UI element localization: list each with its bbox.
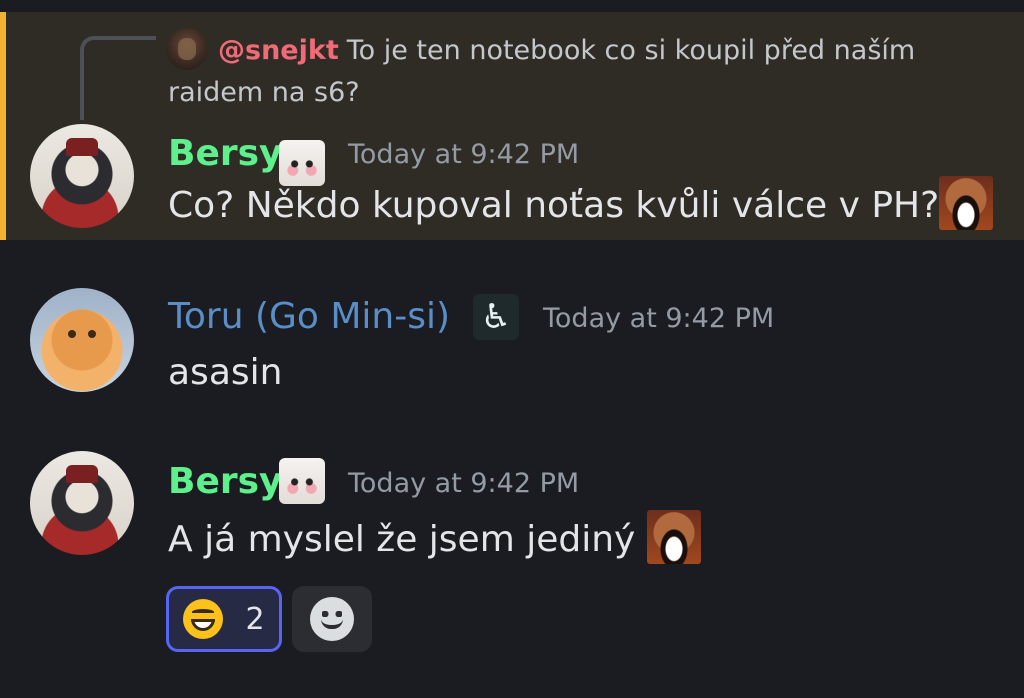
reply-mention[interactable]: @snejkt — [218, 35, 339, 66]
message-text: Co? Někdo kupoval noťas kvůli válce v PH… — [168, 185, 940, 226]
cat-role-icon[interactable] — [279, 458, 325, 504]
avatar-hat-detail — [66, 465, 98, 483]
message-timestamp[interactable]: Today at 9:42 PM — [543, 297, 774, 341]
message-timestamp[interactable]: Today at 9:42 PM — [348, 462, 579, 506]
reaction-grinning-button[interactable]: 2 — [166, 586, 282, 652]
mention-highlight-bar — [0, 12, 6, 240]
reply-preview[interactable]: @snejkt To je ten notebook co si koupil p… — [168, 30, 988, 114]
message-content: A já myslel že jsem jediný — [168, 510, 701, 568]
reaction-count: 2 — [245, 601, 265, 637]
laughing-man-emote[interactable] — [939, 176, 994, 230]
avatar-bersy[interactable] — [30, 124, 134, 228]
add-reaction-icon — [310, 597, 354, 641]
laughing-man-emote[interactable] — [646, 510, 701, 564]
username-bersy[interactable]: Bersy — [168, 132, 283, 176]
message-timestamp[interactable]: Today at 9:42 PM — [348, 133, 579, 177]
avatar-bersy[interactable] — [30, 451, 134, 555]
message-text: A já myslel že jsem jediný — [168, 519, 636, 560]
avatar-eye-detail — [88, 330, 96, 338]
message-text: asasin — [168, 352, 283, 393]
message-content: Co? Někdo kupoval noťas kvůli válce v PH… — [168, 176, 994, 234]
username-toru[interactable]: Toru (Go Min-si) — [168, 295, 450, 339]
username-bersy[interactable]: Bersy — [168, 460, 283, 504]
avatar-eye-detail — [68, 330, 76, 338]
wheelchair-icon[interactable]: ♿ — [473, 294, 519, 340]
avatar-hat-detail — [66, 138, 98, 156]
avatar-toru[interactable] — [30, 288, 134, 392]
message-highlighted[interactable]: @snejkt To je ten notebook co si koupil p… — [0, 12, 1024, 240]
add-reaction-button[interactable] — [292, 586, 372, 652]
reply-connector-line — [80, 36, 156, 120]
grinning-face-emoji — [183, 599, 224, 639]
chat-message-list: @snejkt To je ten notebook co si koupil p… — [0, 0, 1024, 698]
